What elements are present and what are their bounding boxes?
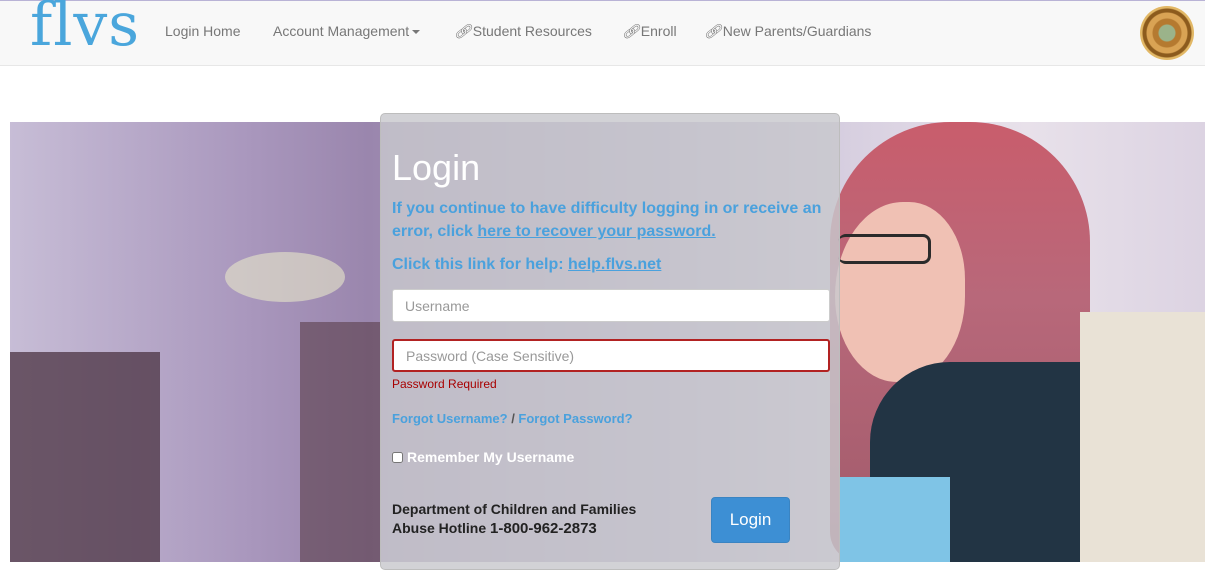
link-icon: 🔗︎: [454, 23, 472, 39]
recover-help-text: If you continue to have difficulty loggi…: [392, 197, 832, 243]
help-line: Click this link for help: help.flvs.net: [392, 256, 661, 274]
link-icon: 🔗︎: [622, 23, 640, 39]
forgot-links: Forgot Username? / Forgot Password?: [392, 411, 633, 426]
login-button[interactable]: Login: [711, 497, 790, 543]
login-panel: Login If you continue to have difficulty…: [380, 113, 840, 570]
forgot-separator: /: [507, 411, 519, 426]
nav-new-parents-label: New Parents/Guardians: [722, 23, 872, 39]
hotline-prefix: Abuse Hotline: [392, 520, 491, 536]
nav-enroll-label: Enroll: [640, 23, 677, 39]
password-input[interactable]: [392, 339, 830, 372]
remember-username-label: Remember My Username: [407, 449, 575, 465]
link-icon: 🔗︎: [704, 23, 722, 39]
remember-username-checkbox[interactable]: [392, 452, 403, 463]
nav-login-home[interactable]: Login Home: [165, 23, 241, 39]
hotline-number: 1-800-962-2873: [490, 520, 597, 537]
password-error-message: Password Required: [392, 377, 497, 391]
hotline-line2: Abuse Hotline 1-800-962-2873: [392, 519, 636, 538]
flvs-logo[interactable]: flvs: [30, 0, 140, 55]
help-line-label: Click this link for help:: [392, 256, 569, 273]
nav-account-management[interactable]: Account Management: [273, 23, 421, 39]
florida-seal-logo: [1140, 6, 1194, 60]
nav-account-management-label: Account Management: [273, 23, 410, 39]
nav-student-resources[interactable]: 🔗︎Student Resources: [454, 23, 592, 40]
recover-password-link[interactable]: here to recover your password.: [477, 223, 715, 240]
remember-username[interactable]: Remember My Username: [392, 449, 574, 465]
help-flvs-link[interactable]: help.flvs.net: [568, 256, 661, 273]
nav-login-home-label: Login Home: [165, 23, 241, 39]
hotline-line1: Department of Children and Families: [392, 501, 637, 517]
top-navbar: flvs Login Home Account Management 🔗︎Stu…: [0, 0, 1205, 66]
nav-new-parents[interactable]: 🔗︎New Parents/Guardians: [704, 23, 871, 40]
login-title: Login: [392, 147, 481, 188]
username-input[interactable]: [392, 289, 830, 322]
caret-down-icon: [412, 30, 421, 35]
nav-enroll[interactable]: 🔗︎Enroll: [622, 23, 677, 40]
abuse-hotline-info: Department of Children and Families Abuse…: [392, 500, 636, 538]
forgot-password-link[interactable]: Forgot Password?: [518, 411, 632, 426]
nav-student-resources-label: Student Resources: [472, 23, 592, 39]
forgot-username-link[interactable]: Forgot Username?: [392, 411, 508, 426]
